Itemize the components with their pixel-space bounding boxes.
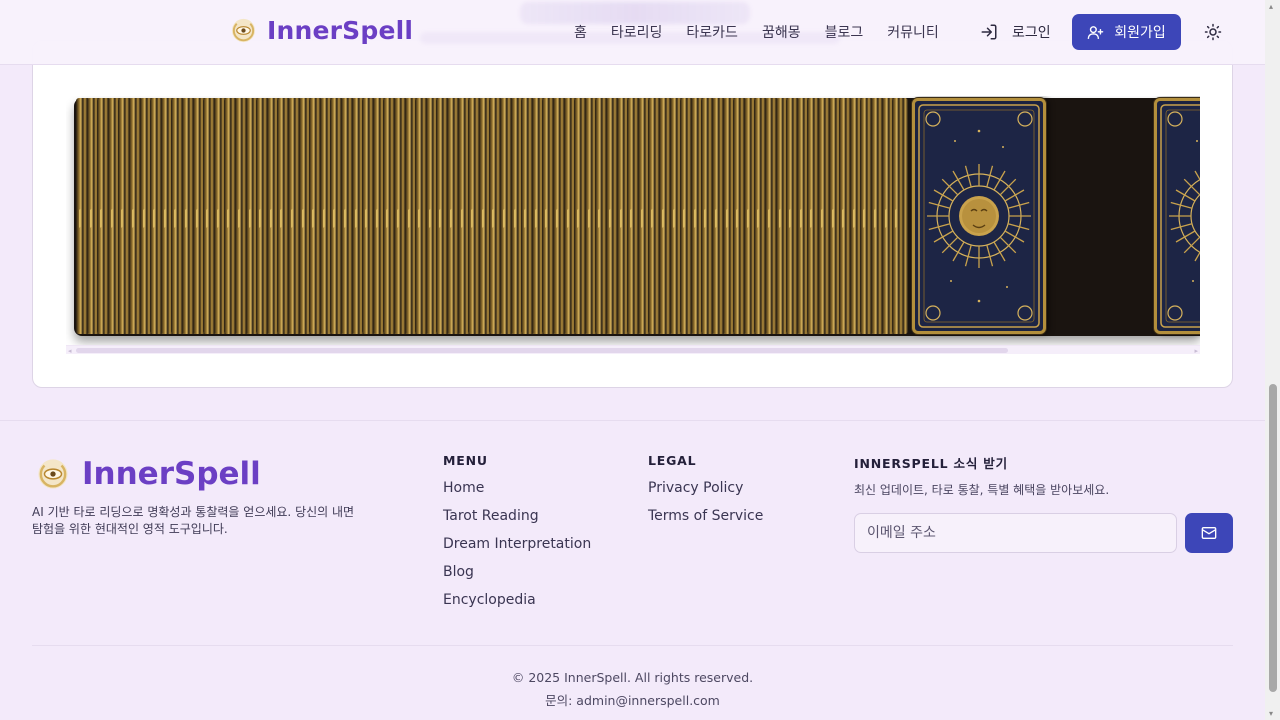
footer-legal-title: LEGAL bbox=[648, 453, 697, 468]
login-label: 로그인 bbox=[1012, 25, 1051, 41]
footer-link-encyclopedia[interactable]: Encyclopedia bbox=[443, 592, 591, 610]
user-plus-icon bbox=[1087, 25, 1104, 39]
tarot-card[interactable] bbox=[1154, 98, 1200, 334]
footer-description: AI 기반 타로 리딩으로 명확성과 통찰력을 얻으세요. 당신의 내면 탐험을… bbox=[32, 505, 355, 536]
sun-eye-logo-icon bbox=[231, 18, 256, 43]
site-header: InnerSpell 홈 타로리딩 타로카드 꿈해몽 블로그 커뮤니티 로그인 … bbox=[0, 0, 1265, 65]
login-icon bbox=[981, 24, 997, 40]
login-button[interactable]: 로그인 bbox=[980, 22, 1051, 42]
footer-menu-column: MENU Home Tarot Reading Dream Interpreta… bbox=[443, 453, 591, 620]
page-vertical-scrollbar[interactable]: ▴ ▾ bbox=[1265, 0, 1280, 720]
tarot-card[interactable] bbox=[892, 98, 909, 334]
tarot-deck-scroller[interactable] bbox=[66, 96, 1200, 346]
newsletter-email-input[interactable] bbox=[854, 513, 1177, 553]
footer-bottom-divider bbox=[32, 645, 1233, 646]
signup-button[interactable]: 회원가입 bbox=[1072, 14, 1181, 50]
nav-item-home[interactable]: 홈 bbox=[574, 22, 587, 42]
footer-link-tarot-reading[interactable]: Tarot Reading bbox=[443, 508, 591, 526]
footer-divider bbox=[0, 420, 1265, 421]
scroll-down-arrow-icon[interactable]: ▾ bbox=[1269, 709, 1273, 718]
scroll-left-arrow-icon[interactable]: ◂ bbox=[68, 347, 72, 355]
scroll-up-arrow-icon[interactable]: ▴ bbox=[1269, 2, 1273, 11]
sun-icon[interactable] bbox=[1204, 23, 1222, 41]
newsletter-submit-button[interactable] bbox=[1185, 513, 1233, 553]
footer-brand-name: InnerSpell bbox=[82, 456, 261, 492]
copyright-text: © 2025 InnerSpell. All rights reserved. bbox=[511, 670, 754, 685]
nav-item-tarot-cards[interactable]: 타로카드 bbox=[686, 22, 738, 42]
main-nav: 홈 타로리딩 타로카드 꿈해몽 블로그 커뮤니티 bbox=[574, 22, 939, 42]
sun-eye-logo-icon bbox=[38, 459, 68, 489]
nav-item-tarot-reading[interactable]: 타로리딩 bbox=[611, 22, 663, 42]
tarot-card-back-art bbox=[1160, 104, 1200, 328]
signup-label: 회원가입 bbox=[1114, 25, 1166, 41]
footer-legal-column: LEGAL Privacy Policy Terms of Service bbox=[648, 453, 763, 536]
footer-newsletter-column: INNERSPELL 소식 받기 bbox=[854, 453, 1008, 484]
brand-name: InnerSpell bbox=[267, 16, 414, 45]
tarot-card-back-art bbox=[918, 104, 1040, 328]
page-scroll-thumb[interactable] bbox=[1269, 384, 1277, 692]
scroll-right-arrow-icon[interactable]: ▸ bbox=[1194, 347, 1198, 355]
footer-brand-link[interactable]: InnerSpell bbox=[36, 456, 261, 492]
deck-scroll-thumb[interactable] bbox=[76, 348, 1008, 353]
footer-link-dream[interactable]: Dream Interpretation bbox=[443, 536, 591, 554]
footer-link-home[interactable]: Home bbox=[443, 480, 591, 498]
header-brand-link[interactable]: InnerSpell bbox=[230, 16, 413, 45]
mail-icon bbox=[1201, 527, 1217, 539]
nav-item-blog[interactable]: 블로그 bbox=[825, 22, 864, 42]
footer-menu-title: MENU bbox=[443, 453, 488, 468]
deck-horizontal-scrollbar[interactable]: ◂ ▸ bbox=[66, 345, 1200, 355]
newsletter-description: 최신 업데이트, 타로 통찰, 특별 혜택을 받아보세요. bbox=[854, 483, 1110, 497]
contact-text: 문의: admin@innerspell.com bbox=[545, 693, 720, 708]
tarot-card[interactable] bbox=[912, 98, 1046, 334]
background-heading-blur bbox=[520, 2, 750, 24]
nav-item-community[interactable]: 커뮤니티 bbox=[887, 22, 939, 42]
footer-link-privacy[interactable]: Privacy Policy bbox=[648, 480, 763, 498]
footer-link-terms[interactable]: Terms of Service bbox=[648, 508, 763, 526]
nav-item-dream[interactable]: 꿈해몽 bbox=[762, 22, 801, 42]
newsletter-title: INNERSPELL 소식 받기 bbox=[854, 456, 1008, 471]
footer-link-blog[interactable]: Blog bbox=[443, 564, 591, 582]
